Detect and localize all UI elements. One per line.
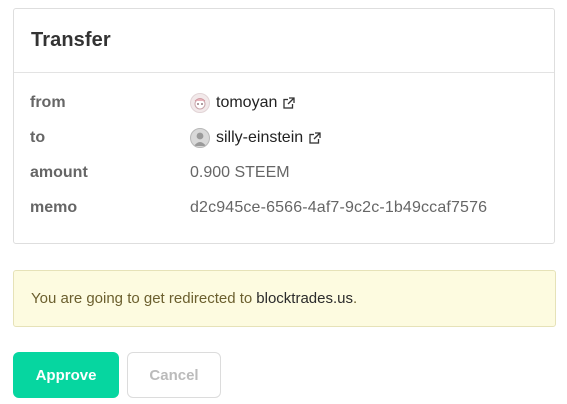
notice-suffix: . [353,290,358,307]
memo-label: memo [30,199,78,216]
from-account[interactable]: tomoyan [190,93,296,113]
transfer-dialog: Transfer from tomoyan to silly-einstein … [0,0,567,404]
card-body: from tomoyan to silly-einstein amount 0.… [14,73,554,216]
cancel-button[interactable]: Cancel [127,352,221,398]
memo-row: memo d2c945ce-6566-4af7-9c2c-1b49ccaf757… [30,196,554,220]
notice-text: You are going to get redirected to [31,290,253,307]
from-account-name: tomoyan [216,94,278,111]
amount-label: amount [30,164,88,181]
avatar [190,93,210,113]
external-link-icon[interactable] [283,97,296,109]
amount-value: 0.900 STEEM [190,164,290,181]
redirect-notice: You are going to get redirected to block… [13,270,556,327]
card-header: Transfer [14,9,554,73]
from-label: from [30,94,66,111]
to-account-name: silly-einstein [216,129,304,146]
avatar [190,128,210,148]
amount-row: amount 0.900 STEEM [30,161,554,185]
transfer-card: Transfer from tomoyan to silly-einstein … [13,8,555,244]
to-row: to silly-einstein [30,126,554,150]
external-link-icon[interactable] [309,132,322,144]
to-label: to [30,129,46,146]
card-title: Transfer [31,29,111,51]
notice-link[interactable]: blocktrades.us [256,290,353,307]
to-account[interactable]: silly-einstein [190,128,322,148]
approve-button[interactable]: Approve [13,352,119,398]
from-row: from tomoyan [30,91,554,115]
memo-value: d2c945ce-6566-4af7-9c2c-1b49ccaf7576 [190,199,488,216]
